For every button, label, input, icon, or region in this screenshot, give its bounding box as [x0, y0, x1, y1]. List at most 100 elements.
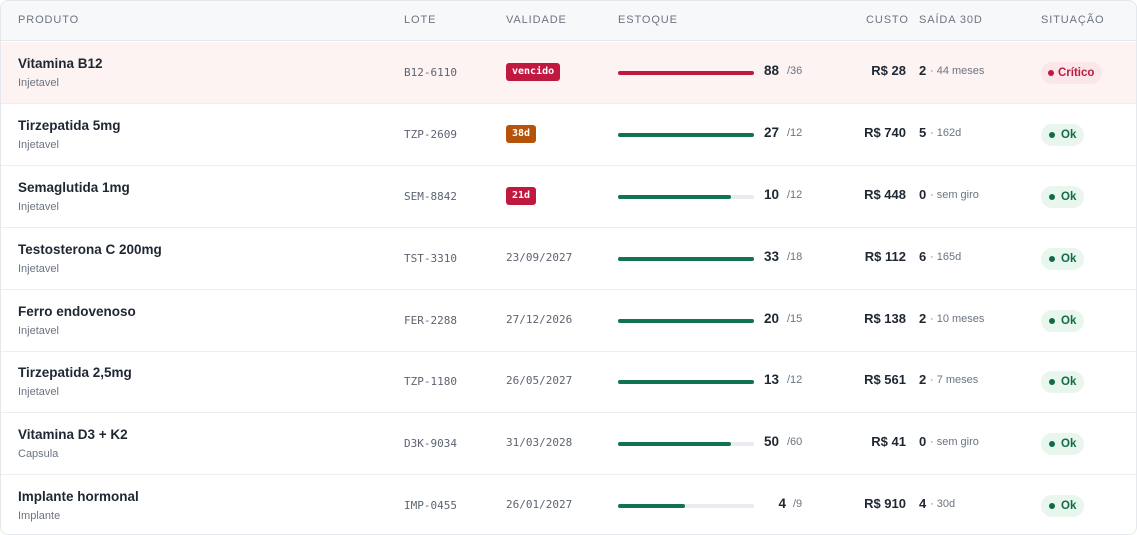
header-lote[interactable]: LOTE — [404, 14, 436, 26]
status-label: Ok — [1061, 438, 1077, 450]
table-row[interactable]: Testosterona C 200mg Injetavel TST-3310 … — [1, 228, 1136, 290]
outflow-count: 5 — [919, 125, 927, 140]
header-estoque[interactable]: ESTOQUE — [618, 14, 678, 26]
outflow-coverage: · 44 meses — [930, 65, 985, 77]
stock-quantity: 4 — [778, 496, 786, 511]
product-type: Injetavel — [18, 386, 59, 398]
status-dot-icon — [1048, 70, 1054, 76]
product-type: Injetavel — [18, 263, 59, 275]
status-badge: Ok — [1041, 310, 1085, 332]
status-dot-icon — [1049, 194, 1055, 200]
status-label: Ok — [1061, 253, 1077, 265]
product-name: Vitamina D3 + K2 — [18, 427, 128, 442]
status-dot-icon — [1049, 379, 1055, 385]
status-label: Crítico — [1058, 67, 1095, 79]
table-row[interactable]: Implante hormonal Implante IMP-0455 26/0… — [1, 475, 1136, 534]
stock-target: /36 — [787, 65, 803, 77]
status-dot-icon — [1049, 441, 1055, 447]
stock-bar — [618, 257, 754, 261]
status-label: Ok — [1061, 191, 1077, 203]
stock-bar-fill — [618, 319, 754, 323]
stock-quantity: 13 — [763, 372, 779, 387]
status-badge: Crítico — [1041, 62, 1103, 84]
table-row[interactable]: Vitamina B12 Injetavel B12-6110 vencido … — [1, 42, 1136, 104]
expiry-date: 27/12/2026 — [506, 313, 573, 326]
unit-cost: R$ 41 — [871, 434, 906, 449]
product-name: Semaglutida 1mg — [18, 180, 130, 195]
inventory-table: PRODUTO LOTE VALIDADE ESTOQUE CUSTO SAÍD… — [0, 0, 1137, 535]
header-situacao[interactable]: SITUAÇÃO — [1041, 14, 1104, 26]
status-label: Ok — [1061, 376, 1077, 388]
lot-code: B12-6110 — [404, 66, 457, 79]
stock-target: /12 — [787, 127, 803, 139]
stock-bar — [618, 133, 754, 137]
status-badge: Ok — [1041, 248, 1085, 270]
outflow-coverage: · 7 meses — [930, 374, 979, 386]
product-name: Ferro endovenoso — [18, 304, 136, 319]
outflow-coverage: · 162d — [930, 127, 962, 139]
status-badge: Ok — [1041, 433, 1085, 455]
header-produto[interactable]: PRODUTO — [18, 14, 79, 26]
outflow-count: 2 — [919, 311, 927, 326]
stock-quantity: 33 — [763, 249, 779, 264]
stock-quantity: 50 — [763, 434, 779, 449]
stock-quantity: 10 — [763, 187, 779, 202]
status-dot-icon — [1049, 256, 1055, 262]
product-type: Injetavel — [18, 77, 59, 89]
expiry-date: 26/05/2027 — [506, 374, 573, 387]
outflow-count: 0 — [919, 187, 927, 202]
stock-bar-fill — [618, 380, 754, 384]
stock-quantity: 20 — [763, 311, 779, 326]
stock-bar — [618, 380, 754, 384]
lot-code: IMP-0455 — [404, 499, 457, 512]
outflow-count: 6 — [919, 249, 927, 264]
status-badge: Ok — [1041, 186, 1085, 208]
header-saida[interactable]: SAÍDA 30D — [919, 14, 983, 26]
lot-code: TZP-1180 — [404, 375, 457, 388]
unit-cost: R$ 561 — [864, 372, 906, 387]
stock-bar-fill — [618, 257, 754, 261]
status-badge: Ok — [1041, 124, 1085, 146]
status-dot-icon — [1049, 132, 1055, 138]
outflow-coverage: · 165d — [930, 251, 962, 263]
outflow-coverage: · 30d — [930, 498, 956, 510]
unit-cost: R$ 448 — [864, 187, 906, 202]
stock-bar-fill — [618, 133, 754, 137]
stock-quantity: 27 — [763, 125, 779, 140]
table-row[interactable]: Semaglutida 1mg Injetavel SEM-8842 21d 1… — [1, 166, 1136, 228]
header-custo[interactable]: CUSTO — [866, 14, 909, 26]
stock-bar-fill — [618, 442, 731, 446]
unit-cost: R$ 28 — [871, 63, 906, 78]
table-row[interactable]: Tirzepatida 2,5mg Injetavel TZP-1180 26/… — [1, 351, 1136, 413]
table-row[interactable]: Tirzepatida 5mg Injetavel TZP-2609 38d 2… — [1, 104, 1136, 166]
stock-bar — [618, 319, 754, 323]
status-badge: Ok — [1041, 495, 1085, 517]
status-label: Ok — [1061, 129, 1077, 141]
stock-bar — [618, 504, 754, 508]
lot-code: TST-3310 — [404, 252, 457, 265]
table-row[interactable]: Ferro endovenoso Injetavel FER-2288 27/1… — [1, 290, 1136, 352]
lot-code: D3K-9034 — [404, 437, 457, 450]
expiry-date: 31/03/2028 — [506, 436, 573, 449]
unit-cost: R$ 112 — [864, 249, 906, 264]
outflow-count: 0 — [919, 434, 927, 449]
stock-bar — [618, 442, 754, 446]
expiry-date: 23/09/2027 — [506, 251, 573, 264]
stock-bar — [618, 195, 754, 199]
status-badge: Ok — [1041, 371, 1085, 393]
product-type: Capsula — [18, 448, 59, 460]
stock-bar — [618, 71, 754, 75]
lot-code: SEM-8842 — [404, 190, 457, 203]
header-validade[interactable]: VALIDADE — [506, 14, 567, 26]
product-name: Tirzepatida 2,5mg — [18, 365, 132, 380]
table-row[interactable]: Vitamina D3 + K2 Capsula D3K-9034 31/03/… — [1, 413, 1136, 475]
stock-bar-fill — [618, 195, 731, 199]
expiry-badge: 21d — [506, 187, 537, 205]
stock-bar-fill — [618, 71, 754, 75]
status-label: Ok — [1061, 500, 1077, 512]
stock-target: /60 — [787, 436, 803, 448]
product-name: Vitamina B12 — [18, 56, 103, 71]
product-type: Injetavel — [18, 201, 59, 213]
lot-code: FER-2288 — [404, 314, 457, 327]
stock-quantity: 88 — [763, 63, 779, 78]
